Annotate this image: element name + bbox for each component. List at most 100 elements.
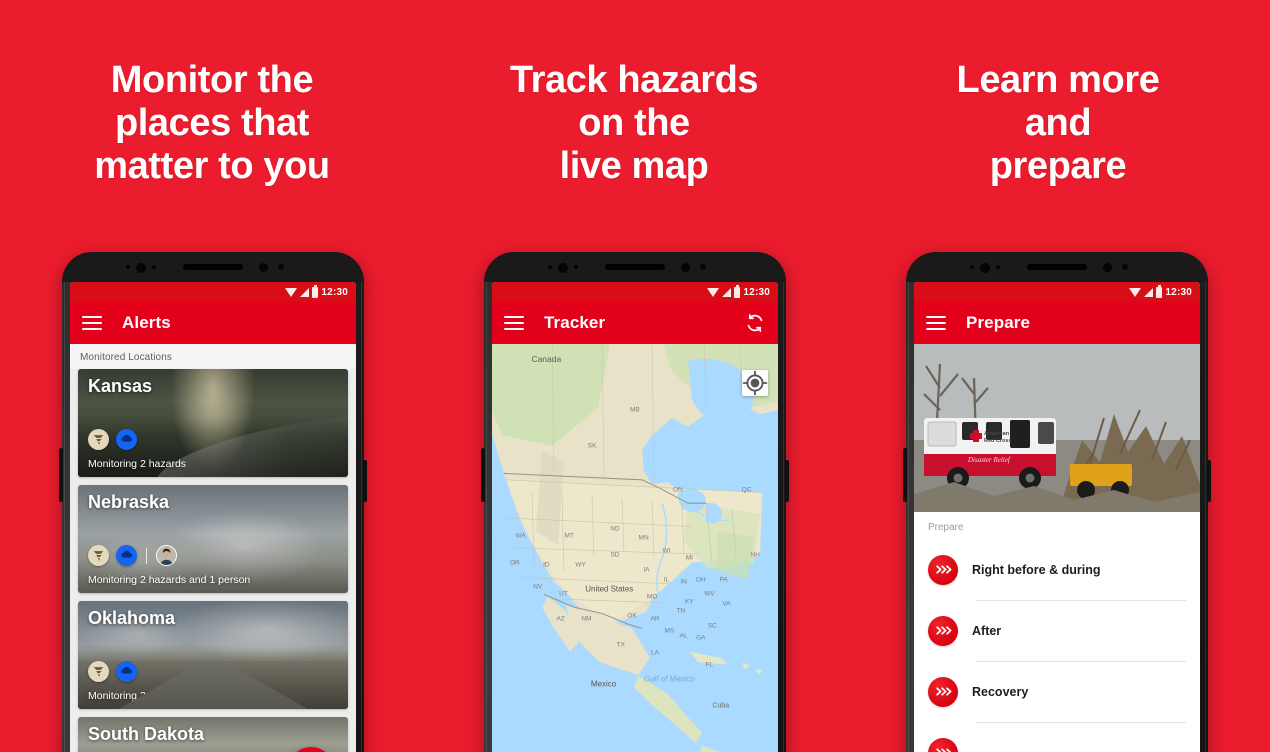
map-label-il: IL (663, 576, 670, 584)
map-label-canada: Canada (531, 353, 562, 364)
phone-screen-prepare: 12:30 Prepare American Red Cross Disaste… (914, 282, 1200, 752)
list-item[interactable]: Oklahoma Monitoring 2 hazards (78, 601, 348, 709)
android-status-bar: 12:30 (70, 282, 356, 302)
android-status-bar: 12:30 (492, 282, 778, 302)
front-camera-icon (136, 263, 146, 273)
hazard-icon-group (88, 661, 137, 682)
map-label-sc: SC (707, 622, 717, 630)
android-status-bar: 12:30 (914, 282, 1200, 302)
phone-mockup-alerts: 12:30 Alerts Monitored Locations Kansas (59, 252, 367, 752)
status-bar-clock: 12:30 (743, 286, 770, 298)
map-label-ok: OK (627, 612, 637, 620)
volume-button[interactable] (59, 448, 63, 502)
headline-1-line-2: places that (114, 102, 310, 144)
list-item[interactable]: South Dakota (78, 717, 348, 752)
sensor-icon (700, 264, 706, 270)
front-camera-icon (259, 263, 268, 272)
phone-screen-alerts: 12:30 Alerts Monitored Locations Kansas (70, 282, 356, 752)
hamburger-icon[interactable] (926, 315, 946, 331)
volume-button[interactable] (481, 448, 485, 502)
page-title: Tracker (544, 313, 606, 332)
status-bar-clock: 12:30 (1165, 286, 1192, 298)
storm-icon (116, 545, 137, 566)
list-item-label: After (972, 623, 1002, 638)
map-label-wi: WI (662, 547, 671, 555)
card-title: Nebraska (88, 492, 170, 512)
battery-icon (734, 284, 741, 298)
refresh-icon[interactable] (744, 312, 766, 334)
hamburger-icon[interactable] (82, 315, 102, 331)
phone-bezel-top (62, 252, 364, 282)
sensor-icon (996, 265, 1000, 269)
tornado-icon (88, 429, 109, 450)
list-item-label: Right before & during (972, 562, 1101, 577)
power-button[interactable] (363, 460, 367, 502)
page-title: Prepare (966, 313, 1031, 332)
headline-1-line-3: matter to you (94, 145, 330, 187)
volume-button[interactable] (903, 448, 907, 502)
wifi-icon (1129, 287, 1142, 297)
svg-text:Red Cross: Red Cross (984, 438, 1012, 444)
signal-icon (300, 287, 310, 297)
storm-icon (116, 661, 137, 682)
list-item[interactable]: After (914, 600, 1200, 661)
headline-2-line-2: on the (578, 102, 690, 144)
headline-1-line-1: Monitor the (110, 59, 314, 101)
power-button[interactable] (1207, 460, 1211, 502)
front-camera-icon (1103, 263, 1112, 272)
hamburger-icon[interactable] (504, 315, 524, 331)
status-bar-clock: 12:30 (321, 286, 348, 298)
live-hazard-map[interactable]: Canada MB SK ON QC WA OR ID MT ND SD MN … (492, 344, 778, 752)
map-label-mexico: Mexico (590, 679, 617, 689)
list-item-label: Recovery (972, 684, 1029, 699)
list-item[interactable]: Nebraska Monitoring 2 hazards and 1 pers… (78, 485, 348, 593)
alerts-content: Monitored Locations Kansas Monitoring 2 … (70, 344, 356, 752)
my-location-icon[interactable] (742, 370, 768, 396)
card-title: South Dakota (88, 724, 205, 744)
map-label-fl: FL (705, 661, 714, 669)
card-subtitle: Monitoring 2 hazards (88, 458, 187, 470)
battery-icon (1156, 284, 1163, 298)
map-label-wa: WA (515, 532, 526, 540)
list-item[interactable]: Recovery (914, 661, 1200, 722)
list-item[interactable]: Right before & during (914, 539, 1200, 600)
card-title: Kansas (88, 376, 153, 396)
power-button[interactable] (785, 460, 789, 502)
double-chevron-icon (928, 737, 958, 752)
svg-text:American: American (984, 431, 1010, 437)
sensor-icon (1122, 264, 1128, 270)
divider (146, 547, 147, 564)
map-label-sd: SD (610, 551, 620, 559)
phone-mockup-tracker: 12:30 Tracker Canada MB SK ON QC WA OR I… (481, 252, 789, 752)
card-title: Oklahoma (88, 608, 176, 628)
wifi-icon (285, 287, 298, 297)
tornado-icon (88, 545, 109, 566)
hazard-icon-group (88, 429, 137, 450)
map-label-nd: ND (610, 525, 620, 533)
battery-icon (312, 284, 319, 298)
map-label-mi: MI (685, 554, 693, 562)
map-label-al: AL (679, 632, 688, 640)
list-item[interactable]: Kansas Monitoring 2 hazards (78, 369, 348, 477)
headline-1: Monitor the places that matter to you (52, 59, 372, 188)
earpiece-speaker (605, 264, 665, 270)
map-label-nh: NH (750, 551, 760, 559)
sensor-icon (574, 265, 578, 269)
signal-icon (1144, 287, 1154, 297)
front-camera-icon (681, 263, 690, 272)
map-label-ms: MS (664, 627, 675, 635)
map-label-in: IN (680, 578, 687, 586)
card-subtitle: Monitoring 2 hazards and 1 person (88, 574, 251, 586)
earpiece-speaker (183, 264, 243, 270)
headline-3: Learn more and prepare (898, 59, 1218, 188)
map-label-id: ID (543, 561, 550, 569)
map-label-nm: NM (581, 615, 592, 623)
prepare-list: Prepare Right before & during After Reco… (914, 512, 1200, 752)
avatar (156, 545, 177, 566)
map-label-wy: WY (575, 561, 586, 569)
phone-screen-tracker: 12:30 Tracker Canada MB SK ON QC WA OR I… (492, 282, 778, 752)
section-label: Monitored Locations (70, 344, 356, 369)
list-item[interactable] (914, 722, 1200, 752)
map-label-ky: KY (684, 598, 694, 606)
headline-3-line-2: and (1024, 102, 1092, 144)
